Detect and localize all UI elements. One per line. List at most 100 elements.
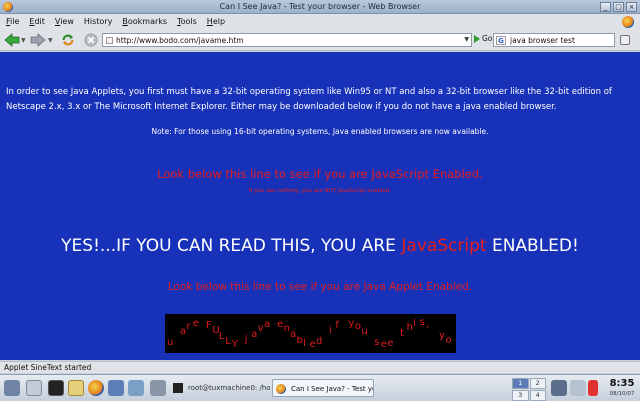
intro-paragraph: In order to see Java Applets, you first … <box>6 87 612 112</box>
clock-date: 08/10/07 <box>609 391 635 397</box>
taskbar-item-terminal[interactable]: root@tuxmachine0: /home <box>170 379 270 397</box>
menu-file[interactable]: File <box>6 17 19 26</box>
window-controls: _ □ × <box>600 2 637 12</box>
menu-view[interactable]: View <box>55 17 74 26</box>
java-applet-check-heading: Look below this line to see if you are J… <box>167 281 473 293</box>
applet-character: i <box>413 318 416 330</box>
applications-launcher-icon[interactable] <box>150 380 166 396</box>
back-history-dropdown-icon[interactable]: ▼ <box>21 37 26 44</box>
close-button[interactable]: × <box>626 2 637 12</box>
applet-character: a <box>179 326 187 338</box>
applet-character: , <box>426 319 430 331</box>
note-text: Note: For those using 16-bit operating s… <box>151 127 489 136</box>
javascript-check-heading: Look below this line to see if you are J… <box>157 167 483 181</box>
clock[interactable]: 8:35 08/10/07 <box>606 378 638 398</box>
stop-icon[interactable] <box>83 33 99 47</box>
applet-character: s <box>419 317 425 329</box>
applet-character: r <box>186 320 191 332</box>
back-arrow-icon[interactable] <box>4 33 20 47</box>
taskbar-item-terminal-label: root@tuxmachine0: /home <box>188 384 270 392</box>
applet-character: u <box>167 336 174 348</box>
browser-launcher-icon[interactable] <box>88 380 104 396</box>
help-launcher-icon[interactable] <box>108 380 124 396</box>
mail-launcher-icon[interactable] <box>128 380 144 396</box>
menu-tools[interactable]: Tools <box>177 17 197 26</box>
applet-character: e <box>387 337 394 349</box>
terminal-launcher-icon[interactable] <box>48 380 64 396</box>
taskbar: root@tuxmachine0: /home Can I See Java? … <box>0 374 640 401</box>
applet-character: F <box>205 320 212 332</box>
applet-character: h <box>406 322 413 334</box>
go-button[interactable]: Go <box>474 34 492 43</box>
search-bar[interactable]: G <box>493 33 615 47</box>
terminal-icon <box>173 383 183 393</box>
applet-character: l <box>303 338 306 350</box>
applet-character: e <box>380 338 387 350</box>
desktop-4[interactable]: 4 <box>529 390 546 401</box>
url-bar[interactable]: ▼ <box>102 33 472 47</box>
taskbar-item-browser-label: Can I See Java? - Test yo <box>291 385 374 393</box>
applet-character: a <box>290 328 297 340</box>
show-desktop-icon[interactable] <box>26 380 42 396</box>
applet-character: u <box>361 326 368 338</box>
applet-character: a <box>251 328 258 340</box>
desktop-pager: 1 2 3 4 <box>512 378 546 401</box>
yes-javascript-word: JavaScript <box>401 236 487 256</box>
go-label: Go <box>482 34 493 43</box>
page-content: In order to see Java Applets, you first … <box>0 52 640 360</box>
navigation-toolbar: ▼ ▼ ▼ Go G <box>0 29 640 51</box>
menu-help[interactable]: Help <box>207 17 225 26</box>
taskbar-item-browser[interactable]: Can I See Java? - Test yo <box>272 379 374 397</box>
applet-character: a <box>264 318 271 330</box>
search-button-icon[interactable] <box>620 35 630 45</box>
file-manager-launcher-icon[interactable] <box>68 380 84 396</box>
search-engine-icon[interactable]: G <box>496 36 506 45</box>
desktop-2[interactable]: 2 <box>529 378 546 389</box>
applet-character: o <box>445 335 452 347</box>
menu-bookmarks[interactable]: Bookmarks <box>122 17 167 26</box>
applet-character: L <box>225 336 231 348</box>
reload-icon[interactable] <box>60 33 76 47</box>
applet-character: d <box>315 336 323 348</box>
page-favicon-icon <box>106 37 113 44</box>
battery-tray-icon[interactable] <box>588 380 598 396</box>
forward-arrow-icon[interactable] <box>30 33 46 47</box>
window-title: Can I See Java? - Test your browser - We… <box>219 2 421 11</box>
applet-character: Y <box>231 338 238 350</box>
browser-icon <box>276 384 286 394</box>
search-input[interactable] <box>510 34 610 46</box>
yes-prefix: YES!...IF YOU CAN READ THIS, YOU ARE <box>61 236 402 256</box>
applet-character: e <box>309 338 316 350</box>
status-bar: Applet SineText started <box>0 361 640 373</box>
maximize-button[interactable]: □ <box>613 2 624 12</box>
throbber-icon <box>622 16 634 28</box>
applet-character: v <box>257 322 264 334</box>
go-arrow-icon <box>474 34 480 43</box>
menu-bar: File Edit View History Bookmarks Tools H… <box>0 14 640 29</box>
desktop-1[interactable]: 1 <box>512 378 529 389</box>
network-tray-icon[interactable] <box>570 380 586 396</box>
url-input[interactable] <box>116 34 456 46</box>
applet-character: t <box>400 327 405 339</box>
applet-character: j <box>244 334 248 346</box>
applet-character: f <box>335 320 339 332</box>
url-dropdown-icon[interactable]: ▼ <box>464 36 469 43</box>
javascript-not-enabled-text: If you see nothing, you are NOT JavaScri… <box>248 188 392 194</box>
desktop-3[interactable]: 3 <box>512 390 529 401</box>
sinetext-applet[interactable]: uareFULLYjavaenabledifyouseethis,yo <box>165 314 456 353</box>
menu-edit[interactable]: Edit <box>29 17 45 26</box>
applet-character: y <box>348 317 355 329</box>
menu-history[interactable]: History <box>84 17 112 26</box>
javascript-enabled-message: YES!...IF YOU CAN READ THIS, YOU ARE Jav… <box>0 236 640 256</box>
kde-menu-icon[interactable] <box>4 380 20 396</box>
applet-character: i <box>328 325 332 337</box>
applet-character: e <box>277 318 284 330</box>
forward-history-dropdown-icon[interactable]: ▼ <box>48 37 53 44</box>
applet-character: y <box>439 329 445 341</box>
applet-character: s <box>374 336 380 348</box>
clock-time: 8:35 <box>609 378 635 389</box>
applet-character: o <box>354 320 361 332</box>
title-bar[interactable]: Can I See Java? - Test your browser - We… <box>0 0 640 14</box>
minimize-button[interactable]: _ <box>600 2 611 12</box>
clipboard-tray-icon[interactable] <box>551 380 567 396</box>
